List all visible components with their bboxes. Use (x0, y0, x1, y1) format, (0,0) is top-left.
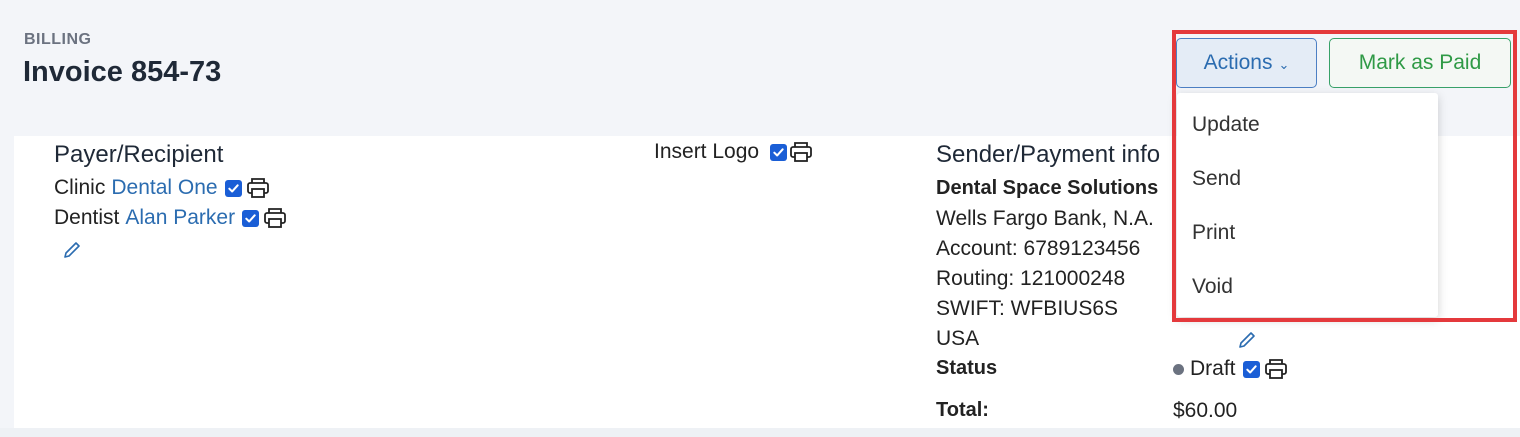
payer-heading: Payer/Recipient (54, 141, 224, 168)
status-row: Draft (1173, 357, 1288, 381)
logo-print-checkbox[interactable] (770, 143, 788, 161)
menu-item-print[interactable]: Print (1192, 221, 1235, 245)
printer-icon[interactable] (263, 207, 287, 229)
breadcrumb: BILLING (24, 31, 92, 48)
insert-logo-label: Insert Logo (654, 140, 760, 163)
sender-country: USA (936, 327, 980, 350)
page-title: Invoice 854-73 (23, 56, 222, 88)
insert-logo-row: Insert Logo (654, 140, 813, 164)
total-label: Total: (936, 399, 989, 421)
sender-bank: Wells Fargo Bank, N.A. (936, 207, 1154, 230)
status-dot-icon (1173, 363, 1184, 375)
status-badge: Draft (1190, 357, 1236, 380)
actions-dropdown-menu: Update Send Print Void (1177, 93, 1438, 317)
clinic-label: Clinic (54, 176, 106, 199)
status-label: Status (936, 357, 998, 379)
mark-as-paid-button[interactable]: Mark as Paid (1329, 38, 1511, 88)
total-value: $60.00 (1173, 399, 1238, 422)
dentist-label: Dentist (54, 206, 120, 229)
actions-button-label: Actions (1203, 51, 1273, 74)
dentist-print-checkbox[interactable] (242, 209, 260, 227)
dentist-link[interactable]: Alan Parker (125, 206, 235, 230)
sender-heading: Sender/Payment info (936, 141, 1161, 168)
actions-button[interactable]: Actions ⌄ (1176, 38, 1317, 88)
sender-account: Account: 6789123456 (936, 237, 1141, 260)
dentist-row: Dentist Alan Parker (54, 206, 287, 230)
bottom-strip (0, 428, 1520, 437)
menu-item-update[interactable]: Update (1192, 113, 1260, 137)
pencil-icon[interactable] (1237, 330, 1257, 350)
pencil-icon[interactable] (62, 240, 82, 260)
sender-company: Dental Space Solutions (936, 177, 1159, 199)
status-print-checkbox[interactable] (1242, 360, 1260, 378)
menu-item-send[interactable]: Send (1192, 167, 1241, 191)
chevron-down-icon: ⌄ (1278, 56, 1290, 72)
printer-icon[interactable] (1264, 358, 1288, 380)
printer-icon[interactable] (789, 141, 813, 163)
clinic-link[interactable]: Dental One (111, 176, 217, 200)
mark-as-paid-label: Mark as Paid (1358, 51, 1482, 74)
clinic-print-checkbox[interactable] (224, 179, 242, 197)
clinic-row: Clinic Dental One (54, 176, 270, 200)
printer-icon[interactable] (246, 177, 270, 199)
sender-swift: SWIFT: WFBIUS6S (936, 297, 1119, 320)
invoice-page: BILLING Invoice 854-73 Actions ⌄ Mark as… (0, 0, 1520, 437)
menu-item-void[interactable]: Void (1192, 275, 1233, 299)
sender-routing: Routing: 121000248 (936, 267, 1126, 290)
